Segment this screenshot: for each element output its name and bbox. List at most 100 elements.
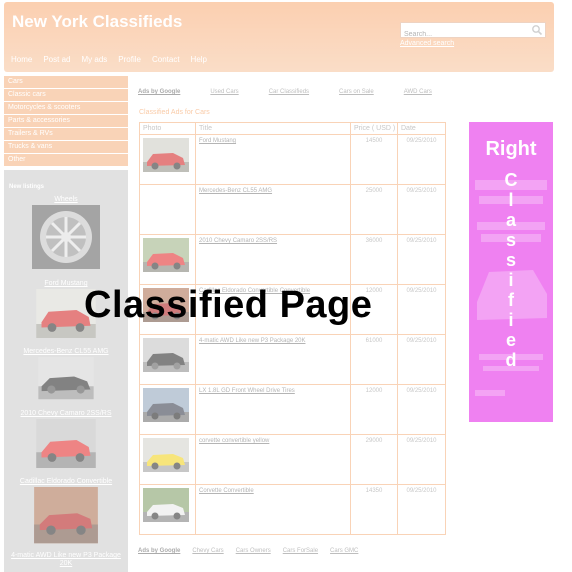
- price-cell: 25000: [350, 184, 398, 235]
- date-cell: 09/25/2010: [397, 484, 446, 535]
- column-header-price: Price ( USD ): [350, 122, 398, 135]
- ad-link[interactable]: Used Cars: [210, 89, 238, 95]
- right-ad-letter: s: [505, 230, 516, 250]
- category-motorcycles[interactable]: Motorcycles & scooters: [4, 102, 128, 114]
- new-listing-label[interactable]: Cadillac Eldorado Convertible: [4, 478, 128, 486]
- listing-link[interactable]: 4-matic AWD Like new P3 Package 20K: [199, 338, 306, 344]
- nav-contact[interactable]: Contact: [152, 55, 180, 64]
- new-listings-title: New listings: [9, 184, 45, 190]
- listing-title: Classified Ads for Cars: [139, 109, 210, 116]
- car-photo[interactable]: [32, 419, 100, 475]
- ads-by-google-label[interactable]: Ads by Google: [138, 89, 180, 95]
- car-photo[interactable]: [143, 138, 189, 172]
- ad-link[interactable]: Cars GMC: [330, 548, 358, 554]
- listing-link[interactable]: 2010 Chevy Camaro 2SS/RS: [199, 238, 277, 244]
- listing-link[interactable]: LX 1.8L GD Front Wheel Drive Tires: [199, 388, 295, 394]
- title-cell: LX 1.8L GD Front Wheel Drive Tires: [195, 384, 351, 435]
- right-ad-letter: i: [508, 270, 514, 290]
- photo-cell: [139, 184, 196, 235]
- title-cell: Mercedes-Benz CL55 AMG: [195, 184, 351, 235]
- category-cars[interactable]: Cars: [4, 76, 128, 88]
- car-photo[interactable]: [143, 488, 189, 522]
- table-row[interactable]: Corvette Convertible 14350 09/25/2010: [139, 484, 446, 535]
- date-cell: 09/25/2010: [397, 284, 446, 335]
- nav-profile[interactable]: Profile: [118, 55, 141, 64]
- table-row[interactable]: corvette convertible yellow 29000 09/25/…: [139, 434, 446, 485]
- new-listing-item[interactable]: Mercedes-Benz CL55 AMG: [4, 348, 128, 409]
- new-listing-item[interactable]: 2010 Chevy Camaro 2SS/RS: [4, 410, 128, 475]
- main-nav: Home Post ad My ads Profile Contact Help: [11, 55, 207, 64]
- price-cell: 61000: [350, 334, 398, 385]
- new-listing-item[interactable]: 4-matic AWD Like new P3 Package 20K: [4, 552, 128, 568]
- nav-my-ads[interactable]: My ads: [81, 55, 107, 64]
- new-listing-label[interactable]: Wheels: [4, 196, 128, 204]
- car-photo[interactable]: [32, 487, 100, 547]
- site-title: New York Classifieds: [12, 12, 183, 31]
- new-listing-item[interactable]: Wheels: [4, 196, 128, 269]
- date-cell: 09/25/2010: [397, 384, 446, 435]
- car-photo[interactable]: [143, 338, 189, 372]
- nav-help[interactable]: Help: [191, 55, 207, 64]
- category-classic-cars[interactable]: Classic cars: [4, 89, 128, 101]
- ad-link[interactable]: Chevy Cars: [192, 548, 223, 554]
- right-ad-letter: e: [505, 330, 516, 350]
- right-ad-banner[interactable]: Right C l a s s i f i e d: [469, 122, 553, 422]
- price-cell: 12000: [350, 384, 398, 435]
- ad-link[interactable]: AWD Cars: [404, 89, 432, 95]
- listing-link[interactable]: Mercedes-Benz CL55 AMG: [199, 188, 272, 194]
- table-header-row: Photo Title Price ( USD ) Date: [139, 122, 446, 135]
- site-header: New York Classifieds Advanced search Hom…: [4, 2, 554, 72]
- table-row[interactable]: LX 1.8L GD Front Wheel Drive Tires 12000…: [139, 384, 446, 435]
- photo-cell: [139, 484, 196, 535]
- category-trailers[interactable]: Trailers & RVs: [4, 128, 128, 140]
- right-ad-letter: i: [508, 310, 514, 330]
- ad-link[interactable]: Cars Owners: [236, 548, 271, 554]
- new-listing-label[interactable]: Mercedes-Benz CL55 AMG: [4, 348, 128, 356]
- date-cell: 09/25/2010: [397, 134, 446, 185]
- car-photo[interactable]: [143, 438, 189, 472]
- column-header-date: Date: [397, 122, 446, 135]
- table-row[interactable]: Ford Mustang 14500 09/25/2010: [139, 134, 446, 185]
- car-photo[interactable]: [143, 388, 189, 422]
- advanced-search-link[interactable]: Advanced search: [400, 40, 454, 47]
- right-ad-letter: a: [505, 210, 516, 230]
- new-listing-item[interactable]: Cadillac Eldorado Convertible: [4, 478, 128, 547]
- nav-post-ad[interactable]: Post ad: [43, 55, 70, 64]
- nav-home[interactable]: Home: [11, 55, 32, 64]
- right-ad-letter: f: [508, 290, 514, 310]
- new-listing-label[interactable]: 4-matic AWD Like new P3 Package 20K: [4, 552, 128, 568]
- search-box: [400, 22, 546, 42]
- title-cell: 2010 Chevy Camaro 2SS/RS: [195, 234, 351, 285]
- category-trucks[interactable]: Trucks & vans: [4, 141, 128, 153]
- category-parts[interactable]: Parts & accessories: [4, 115, 128, 127]
- listing-link[interactable]: corvette convertible yellow: [199, 438, 269, 444]
- photo-cell: [139, 134, 196, 185]
- right-ad-vertical-text: C l a s s i f i e d: [469, 170, 553, 370]
- right-ad-letter: C: [504, 170, 518, 190]
- car-photo[interactable]: [32, 357, 100, 409]
- price-cell: 36000: [350, 234, 398, 285]
- date-cell: 09/25/2010: [397, 334, 446, 385]
- title-cell: Ford Mustang: [195, 134, 351, 185]
- ad-link[interactable]: Cars on Sale: [339, 89, 374, 95]
- right-ad-letter: l: [508, 190, 514, 210]
- ads-by-google-label[interactable]: Ads by Google: [138, 548, 180, 554]
- search-icon[interactable]: [531, 24, 543, 36]
- date-cell: 09/25/2010: [397, 434, 446, 485]
- wheel-photo[interactable]: [32, 205, 100, 269]
- car-photo[interactable]: [143, 238, 189, 272]
- overlay-caption: Classified Page: [84, 284, 373, 326]
- table-row[interactable]: 2010 Chevy Camaro 2SS/RS 36000 09/25/201…: [139, 234, 446, 285]
- listing-link[interactable]: Corvette Convertible: [199, 488, 254, 494]
- new-listing-label[interactable]: 2010 Chevy Camaro 2SS/RS: [4, 410, 128, 418]
- table-row[interactable]: 4-matic AWD Like new P3 Package 20K 6100…: [139, 334, 446, 385]
- table-row[interactable]: Mercedes-Benz CL55 AMG 25000 09/25/2010: [139, 184, 446, 235]
- ad-link[interactable]: Cars ForSale: [283, 548, 318, 554]
- right-ad-heading: Right: [485, 138, 537, 160]
- photo-cell: [139, 334, 196, 385]
- category-sidebar: Cars Classic cars Motorcycles & scooters…: [4, 76, 128, 167]
- photo-cell: [139, 434, 196, 485]
- listing-link[interactable]: Ford Mustang: [199, 138, 236, 144]
- category-other[interactable]: Other: [4, 154, 128, 166]
- ad-link[interactable]: Car Classifieds: [269, 89, 309, 95]
